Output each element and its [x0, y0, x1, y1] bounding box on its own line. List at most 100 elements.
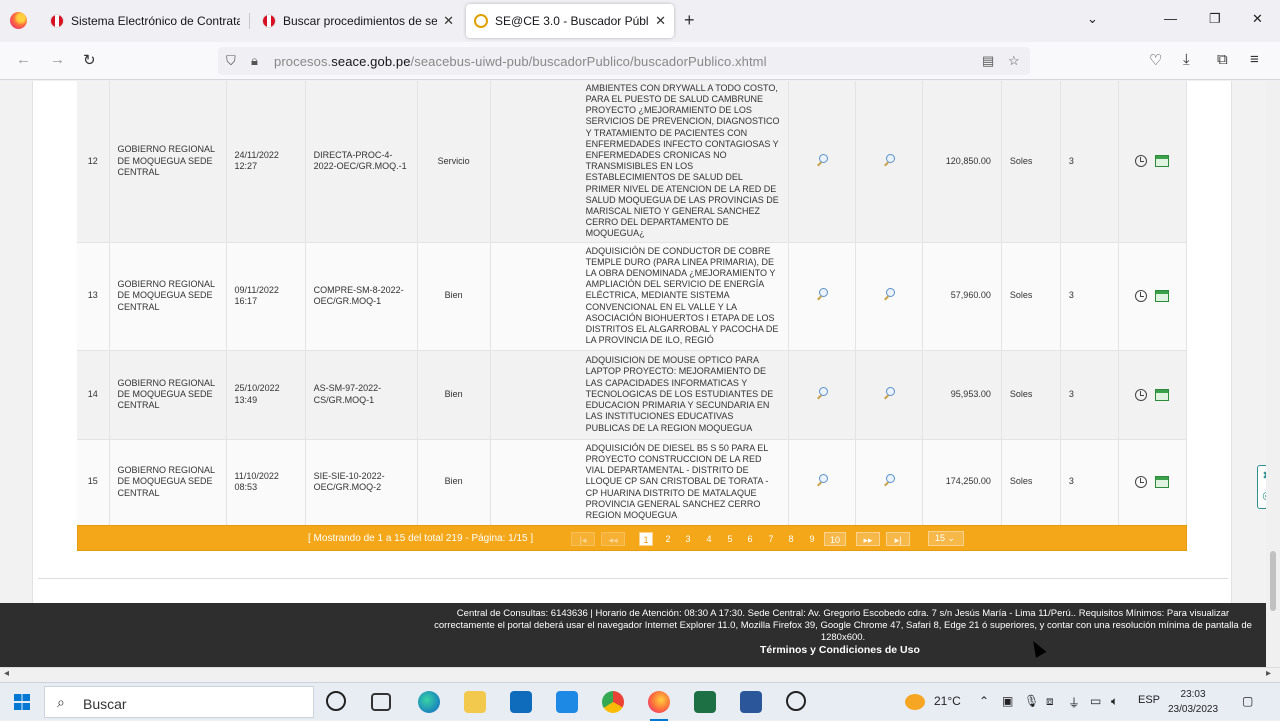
- fecha-cell: 24/11/2022 12:27: [226, 81, 306, 242]
- taskbar-search-box[interactable]: ⌕ Buscar: [44, 686, 314, 718]
- magnifier-icon[interactable]: [883, 153, 895, 166]
- tray-app-icon[interactable]: ▣: [1002, 694, 1013, 708]
- taskbar-clock[interactable]: 23:03 23/03/2023: [1168, 687, 1218, 717]
- pocket-icon[interactable]: ♡: [1149, 51, 1162, 69]
- extensions-icon[interactable]: ⧉: [1217, 51, 1228, 68]
- menu-hamburger-icon[interactable]: ≡: [1250, 51, 1259, 68]
- store-icon[interactable]: [510, 691, 532, 713]
- magnifier-icon[interactable]: [816, 153, 828, 166]
- last-page-button[interactable]: ▸|: [886, 532, 910, 546]
- shield-icon[interactable]: ⛉: [226, 53, 236, 69]
- horizontal-scrollbar[interactable]: ◂ ▸: [0, 667, 1280, 681]
- address-bar[interactable]: ⛉ 🔒︎ procesos.seace.gob.pe/seacebus-uiwd…: [218, 47, 1030, 75]
- word-icon[interactable]: [740, 691, 762, 713]
- usb-icon[interactable]: ⏚: [1068, 694, 1080, 711]
- close-tab-icon[interactable]: ✕: [443, 13, 454, 29]
- task-view-icon[interactable]: [371, 693, 391, 711]
- rows-per-page-select[interactable]: 15 ⌄: [928, 531, 964, 546]
- view-detail-cell: [788, 242, 856, 350]
- restore-button[interactable]: ❐: [1209, 11, 1221, 27]
- next-page-button[interactable]: ▸▸: [856, 532, 880, 546]
- firefox-logo-icon[interactable]: [10, 12, 27, 29]
- history-clock-icon[interactable]: [1135, 388, 1148, 401]
- page-4-button[interactable]: 4: [702, 532, 716, 546]
- page-10-button[interactable]: 10: [824, 532, 846, 546]
- edge-browser-icon[interactable]: [418, 691, 440, 713]
- recorder-icon[interactable]: [786, 691, 806, 711]
- mail-icon[interactable]: [556, 691, 578, 713]
- table-row: 12 GOBIERNO REGIONAL DE MOQUEGUA SEDE CE…: [77, 81, 1188, 242]
- actions-cell: [1118, 81, 1188, 242]
- magnifier-icon[interactable]: [883, 386, 895, 399]
- spreadsheet-icon[interactable]: [1155, 290, 1170, 302]
- first-page-button[interactable]: |◂: [571, 532, 595, 546]
- page-5-button[interactable]: 5: [723, 532, 737, 546]
- page-6-button[interactable]: 6: [743, 532, 757, 546]
- row-number: 12: [77, 81, 110, 242]
- camera-icon[interactable]: ⧈: [1046, 694, 1054, 709]
- page-1-button[interactable]: 1: [639, 532, 653, 546]
- history-clock-icon[interactable]: [1135, 476, 1148, 488]
- vertical-scrollbar[interactable]: [1266, 81, 1280, 667]
- temperature-text[interactable]: 21°C: [934, 694, 961, 708]
- page-7-button[interactable]: 7: [764, 532, 778, 546]
- clock-date: 23/03/2023: [1168, 704, 1219, 715]
- descripcion-cell: ADQUISICION DE MOUSE OPTICO PARA LAPTOP …: [490, 350, 789, 439]
- previous-page-button[interactable]: ◂◂: [601, 532, 625, 546]
- microphone-icon[interactable]: 🎙︎: [1024, 694, 1039, 708]
- language-indicator[interactable]: ESP: [1138, 694, 1160, 706]
- page-3-button[interactable]: 3: [681, 532, 695, 546]
- volume-icon[interactable]: 🔈︎: [1111, 694, 1118, 709]
- tab-buscador-publico[interactable]: SE@CE 3.0 - Buscador Público ✕: [466, 4, 674, 38]
- lock-icon[interactable]: 🔒︎: [251, 53, 258, 69]
- magnifier-icon[interactable]: [816, 474, 828, 486]
- magnifier-icon[interactable]: [816, 288, 828, 300]
- spreadsheet-icon[interactable]: [1155, 388, 1170, 401]
- objeto-cell: Bien: [417, 350, 491, 439]
- view-detail-cell: [855, 350, 923, 439]
- page-2-button[interactable]: 2: [661, 532, 675, 546]
- tray-chevron-icon[interactable]: ⌃: [979, 694, 989, 708]
- bookmark-star-icon[interactable]: ☆: [1008, 53, 1020, 69]
- history-clock-icon[interactable]: [1135, 155, 1148, 168]
- list-tabs-chevron-icon[interactable]: ⌄: [1087, 11, 1098, 27]
- scroll-right-arrow-icon[interactable]: ▸: [1266, 668, 1271, 679]
- reader-view-icon[interactable]: ▤: [982, 53, 994, 69]
- cortana-icon[interactable]: [326, 691, 346, 711]
- url-text[interactable]: procesos.seace.gob.pe/seacebus-uiwd-pub/…: [274, 54, 767, 69]
- tab-buscar-procedimientos[interactable]: Buscar procedimientos de selec ✕: [254, 4, 462, 38]
- entidad-cell: GOBIERNO REGIONAL DE MOQUEGUA SEDE CENTR…: [109, 439, 227, 525]
- magnifier-icon[interactable]: [883, 288, 895, 300]
- page-9-button[interactable]: 9: [805, 532, 819, 546]
- chrome-icon[interactable]: [602, 691, 624, 713]
- magnifier-icon[interactable]: [816, 386, 828, 399]
- network-icon[interactable]: ▭: [1090, 694, 1101, 708]
- new-tab-button[interactable]: +: [684, 10, 695, 31]
- page-8-button[interactable]: 8: [784, 532, 798, 546]
- minimize-button[interactable]: —: [1164, 11, 1177, 26]
- spreadsheet-icon[interactable]: [1155, 155, 1170, 168]
- table-row: 14 GOBIERNO REGIONAL DE MOQUEGUA SEDE CE…: [77, 350, 1188, 439]
- notifications-icon[interactable]: ▢: [1242, 694, 1253, 708]
- file-explorer-icon[interactable]: [464, 691, 486, 713]
- scroll-left-arrow-icon[interactable]: ◂: [4, 668, 9, 679]
- windows-start-icon[interactable]: [14, 694, 30, 710]
- downloads-icon[interactable]: ⤓: [1183, 51, 1190, 68]
- taskbar-search-placeholder: Buscar: [83, 696, 127, 712]
- view-detail-cell: [855, 81, 923, 242]
- close-tab-icon[interactable]: ✕: [655, 13, 666, 29]
- close-window-button[interactable]: ✕: [1252, 11, 1263, 27]
- firefox-taskbar-icon[interactable]: [648, 691, 670, 721]
- entidad-cell: GOBIERNO REGIONAL DE MOQUEGUA SEDE CENTR…: [109, 350, 227, 439]
- history-clock-icon[interactable]: [1135, 290, 1148, 302]
- magnifier-icon[interactable]: [883, 474, 895, 486]
- scrollbar-thumb[interactable]: [1270, 551, 1276, 611]
- terms-link[interactable]: Términos y Condiciones de Uso: [760, 644, 920, 656]
- weather-icon[interactable]: [905, 694, 925, 710]
- reload-icon[interactable]: ↻: [83, 51, 96, 69]
- tab-sistema-electronico[interactable]: Sistema Electrónico de Contrata: [42, 4, 248, 38]
- forward-arrow-icon[interactable]: →: [50, 51, 65, 68]
- spreadsheet-icon[interactable]: [1155, 476, 1170, 488]
- excel-icon[interactable]: [694, 691, 716, 713]
- back-arrow-icon[interactable]: ←: [16, 51, 31, 68]
